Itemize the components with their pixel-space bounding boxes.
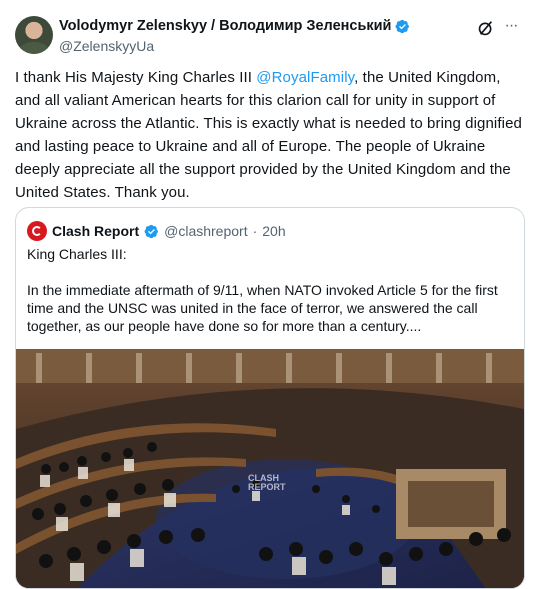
post-header: Volodymyr Zelenskyy / Володимир Зеленськ… [15,14,525,58]
display-name-row: Volodymyr Zelenskyy / Володимир Зеленськ… [59,17,410,35]
quote-line-1: King Charles III: [27,246,127,262]
author-handle[interactable]: @ZelenskyyUa [59,37,410,55]
verified-badge-icon [144,224,159,239]
more-horizontal-icon[interactable]: ··· [501,16,521,36]
avatar-shirt [19,42,49,54]
quote-handle[interactable]: @clashreport [164,223,247,239]
quote-display-name[interactable]: Clash Report [52,223,139,239]
verified-badge-icon[interactable] [395,19,410,34]
post-text-part: , the United Kingdom, and all valiant Am… [15,69,522,201]
quote-timestamp[interactable]: 20h [262,223,285,239]
quote-header: Clash Report @clashreport · 20h [27,221,286,241]
watermark-line-2: REPORT [248,482,286,492]
mention-link[interactable]: @RoyalFamily [256,69,354,86]
post-text-part: I thank His Majesty King Charles III [15,69,257,86]
quoted-post-card[interactable]: Clash Report @clashreport · 20h King Cha… [15,207,525,589]
grok-icon[interactable] [477,19,495,37]
quote-line-2: In the immediate aftermath of 9/11, when… [27,282,498,334]
clash-report-watermark: CLASH REPORT [248,474,286,492]
quote-media-image[interactable]: CLASH REPORT [16,349,524,588]
post-text: I thank His Majesty King Charles III @Ro… [15,66,527,204]
author-avatar[interactable] [15,16,53,54]
author-name-block: Volodymyr Zelenskyy / Володимир Зеленськ… [59,17,410,55]
quote-body: King Charles III: In the immediate after… [27,245,515,335]
author-display-name[interactable]: Volodymyr Zelenskyy / Володимир Зеленськ… [59,17,391,35]
quote-separator: · [252,223,258,239]
clash-report-avatar[interactable] [27,221,47,241]
congress-chamber-image [16,349,524,588]
